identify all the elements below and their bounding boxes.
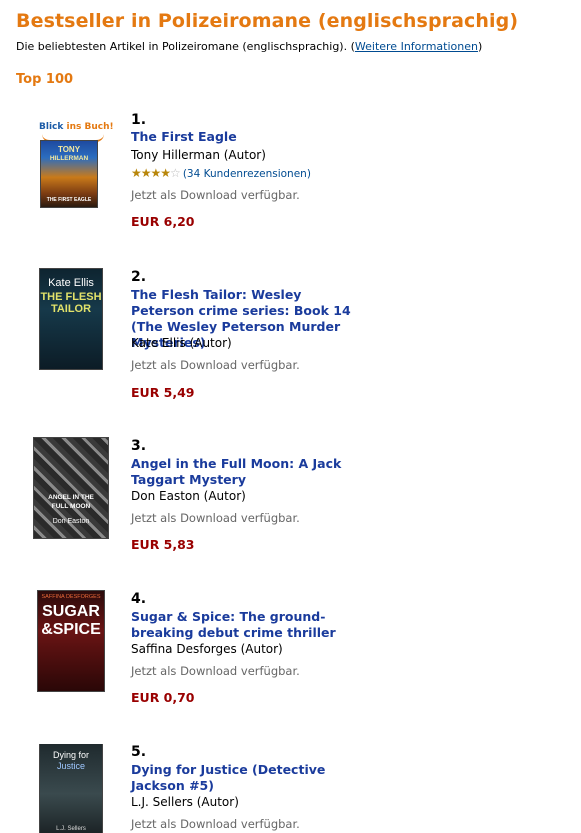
price: EUR 0,70 [131, 690, 195, 705]
book-cover-image[interactable]: Dying for Justice L.J. Sellers [40, 744, 102, 833]
rank-number: 5. [131, 744, 147, 760]
price: EUR 6,20 [131, 214, 195, 229]
availability-text: Jetzt als Download verfügbar. [131, 664, 300, 678]
reviews-link[interactable]: (34 Kundenrezensionen) [183, 168, 311, 180]
author: Kate Ellis (Autor) [131, 336, 232, 350]
price: EUR 5,49 [131, 385, 195, 400]
subtitle-text: Die beliebtesten Artikel in Polizeiroman… [16, 40, 348, 53]
star-rating-icon[interactable]: ★★★★☆ [131, 166, 181, 180]
list-item: ANGEL IN THE FULL MOON Don Easton 3. Ang… [0, 438, 581, 588]
book-title-link[interactable]: The First Eagle [131, 129, 363, 145]
rank-number: 4. [131, 591, 147, 607]
availability-text: Jetzt als Download verfügbar. [131, 358, 300, 372]
author: L.J. Sellers (Autor) [131, 795, 239, 809]
price: EUR 5,83 [131, 537, 195, 552]
book-title-link[interactable]: Dying for Justice (Detective Jackson #5) [131, 762, 363, 794]
page-subtitle: Die beliebtesten Artikel in Polizeiroman… [16, 40, 483, 53]
availability-text: Jetzt als Download verfügbar. [131, 188, 300, 202]
book-cover-image[interactable]: Kate Ellis THE FLESH TAILOR [40, 269, 102, 369]
book-cover-image[interactable]: TONY HILLERMAN THE FIRST EAGLE [41, 141, 97, 207]
section-heading: Top 100 [16, 72, 74, 87]
rank-number: 2. [131, 269, 147, 285]
rank-number: 1. [131, 112, 147, 128]
rating: ★★★★☆ (34 Kundenrezensionen) [131, 166, 311, 180]
list-item: Kate Ellis THE FLESH TAILOR 2. The Flesh… [0, 269, 581, 419]
book-cover-image[interactable]: ANGEL IN THE FULL MOON Don Easton [34, 438, 108, 538]
book-title-link[interactable]: Sugar & Spice: The ground-breaking debut… [131, 609, 363, 641]
more-info-link[interactable]: Weitere Informationen [355, 40, 478, 53]
availability-text: Jetzt als Download verfügbar. [131, 817, 300, 831]
rank-number: 3. [131, 438, 147, 454]
page-title: Bestseller in Polizeiromane (englischspr… [16, 10, 519, 32]
author: Saffina Desforges (Autor) [131, 642, 283, 656]
author: Don Easton (Autor) [131, 489, 246, 503]
list-item: Dying for Justice L.J. Sellers 5. Dying … [0, 744, 581, 833]
book-title-link[interactable]: Angel in the Full Moon: A Jack Taggart M… [131, 456, 363, 488]
look-inside-label: Blick ins Buch! [39, 122, 114, 132]
list-item: SAFFINA DESFORGES SUGAR &SPICE 4. Sugar … [0, 591, 581, 741]
book-cover-image[interactable]: SAFFINA DESFORGES SUGAR &SPICE [38, 591, 104, 691]
list-item: Blick ins Buch! TONY HILLERMAN THE FIRST… [0, 112, 581, 262]
availability-text: Jetzt als Download verfügbar. [131, 511, 300, 525]
author: Tony Hillerman (Autor) [131, 148, 266, 162]
